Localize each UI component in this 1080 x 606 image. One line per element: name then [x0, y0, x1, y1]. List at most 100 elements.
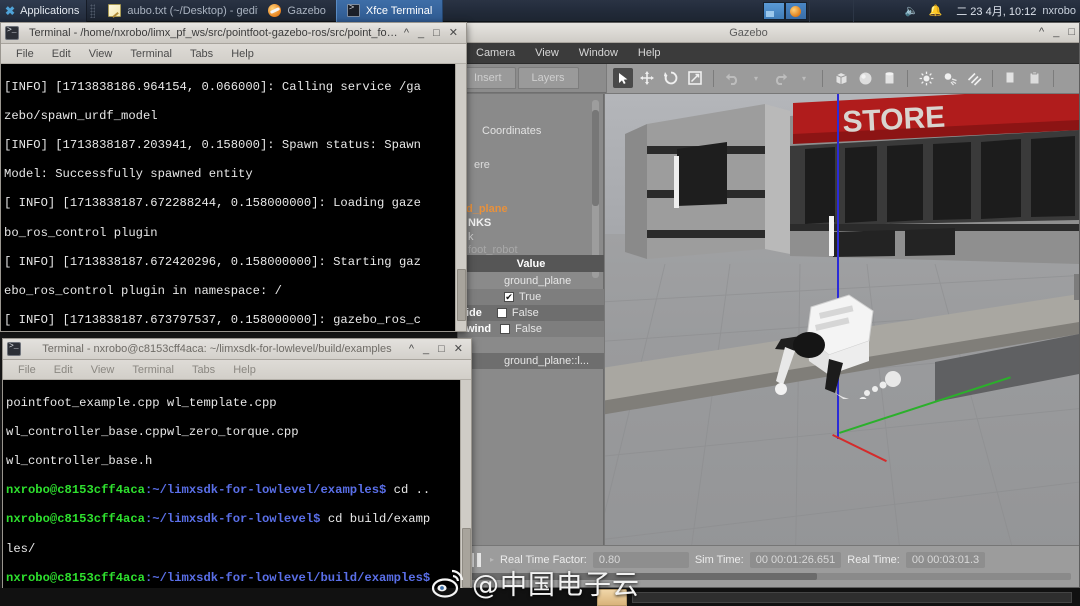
paste-icon[interactable] — [1025, 68, 1045, 88]
terminal1-titlebar[interactable]: Terminal - /home/nxrobo/limx_pf_ws/src/p… — [1, 23, 466, 44]
menu-tabs[interactable]: Tabs — [181, 48, 222, 60]
tree-item-coordinates[interactable]: Coordinates — [482, 125, 541, 137]
menu-view[interactable]: View — [82, 364, 124, 376]
redo-dropdown-icon[interactable]: ▾ — [794, 68, 814, 88]
shade-button[interactable]: ^ — [409, 343, 414, 355]
minimize-button[interactable]: _ — [418, 27, 424, 39]
tree-item-ground-plane[interactable]: d_plane — [466, 203, 508, 215]
menu-file[interactable]: File — [9, 364, 45, 376]
world-panel-scrollbar[interactable] — [592, 100, 599, 278]
volume-icon[interactable]: 🔈 — [905, 4, 919, 17]
shade-button[interactable]: ^ — [404, 27, 409, 39]
checkbox-checked[interactable]: ✔ — [504, 292, 514, 302]
gazebo-3d-viewport[interactable]: STORE — [605, 94, 1079, 587]
terminal2-output[interactable]: pointfoot_example.cpp wl_template.cpp wl_… — [3, 380, 471, 605]
menu-edit[interactable]: Edit — [43, 48, 80, 60]
panel-slot-1 — [808, 0, 853, 22]
menu-view[interactable]: View — [525, 47, 569, 59]
menu-tabs[interactable]: Tabs — [183, 364, 224, 376]
property-row-wind[interactable]: wind False — [458, 321, 604, 337]
minimize-button[interactable]: _ — [1053, 27, 1059, 38]
property-row-name[interactable]: ground_plane — [458, 273, 604, 289]
applications-menu-button[interactable]: ✖ Applications — [0, 0, 88, 22]
property-row-blank[interactable] — [458, 337, 604, 353]
undo-dropdown-icon[interactable]: ▾ — [746, 68, 766, 88]
menu-view[interactable]: View — [80, 48, 122, 60]
watermark-text: @中国电子云 — [472, 570, 640, 601]
shade-button[interactable]: ^ — [1039, 27, 1044, 38]
minimize-button[interactable]: _ — [423, 343, 429, 355]
menu-edit[interactable]: Edit — [45, 364, 82, 376]
terminal-line: Model: Successfully spawned entity — [4, 167, 253, 182]
box-icon[interactable] — [831, 68, 851, 88]
panel-spacer — [443, 0, 760, 22]
menu-help[interactable]: Help — [628, 47, 671, 59]
toolbar-separator — [1053, 69, 1054, 87]
taskbar-item-gazebo[interactable]: Gazebo — [258, 0, 336, 22]
workspace-2[interactable] — [784, 1, 807, 20]
clock[interactable]: 二 23 4月, 10:12 — [950, 3, 1042, 19]
copy-icon[interactable] — [1001, 68, 1021, 88]
tab-layers[interactable]: Layers — [517, 67, 579, 89]
toolbar-separator — [992, 69, 993, 87]
menu-help[interactable]: Help — [224, 364, 265, 376]
ls-entry: pointfoot_example.cpp — [6, 395, 160, 410]
prompt-path: :~/limxsdk-for-lowlevel/examples$ — [144, 483, 387, 498]
property-row-link-name[interactable]: ground_plane::l... — [458, 353, 604, 369]
spot-light-icon[interactable] — [940, 68, 960, 88]
cylinder-icon[interactable] — [879, 68, 899, 88]
sphere-icon[interactable] — [855, 68, 875, 88]
checkbox-unchecked[interactable] — [500, 324, 511, 334]
menu-terminal[interactable]: Terminal — [123, 364, 183, 376]
terminal1-scrollbar[interactable] — [455, 64, 466, 331]
maximize-button[interactable]: □ — [1068, 27, 1075, 38]
property-row-static[interactable]: ✔ True — [458, 289, 604, 305]
terminal1-output[interactable]: [INFO] [1713838186.964154, 0.066000]: Ca… — [1, 64, 466, 331]
tree-item-links[interactable]: NKS — [468, 217, 491, 229]
scrollbar-thumb[interactable] — [457, 269, 466, 321]
applications-menu-label: Applications — [20, 4, 80, 17]
panel-handle[interactable] — [90, 3, 96, 18]
menu-window[interactable]: Window — [569, 47, 628, 59]
terminal-line: bo_ros_control plugin — [4, 225, 158, 240]
directional-light-icon[interactable] — [964, 68, 984, 88]
bell-icon[interactable]: 🔔 — [929, 4, 943, 17]
select-arrow-icon[interactable] — [613, 68, 633, 88]
taskbar-item-gedit[interactable]: aubo.txt (~/Desktop) - gedit — [98, 0, 258, 22]
viewport-splitter-handle[interactable] — [1074, 274, 1079, 300]
tree-item-sphere[interactable]: ere — [474, 159, 490, 171]
maximize-button[interactable]: □ — [438, 343, 445, 355]
menu-terminal[interactable]: Terminal — [121, 48, 181, 60]
menu-camera[interactable]: Camera — [466, 47, 525, 59]
terminal2-titlebar[interactable]: Terminal - nxrobo@c8153cff4aca: ~/limxsd… — [3, 339, 471, 360]
undo-icon[interactable] — [722, 68, 742, 88]
close-button[interactable]: ✕ — [454, 343, 463, 355]
gazebo-toolbar-row: Insert Layers ▾ ▾ — [458, 63, 1079, 93]
terminal-line: wl_controller_base.h — [6, 454, 469, 469]
gazebo-titlebar[interactable]: Gazebo ^ _ □ — [458, 23, 1079, 43]
pointfoot-robot[interactable] — [757, 289, 907, 399]
taskbar-item-xfce-terminal[interactable]: Xfce Terminal — [335, 0, 444, 22]
checkbox-unchecked[interactable] — [496, 308, 507, 318]
point-light-icon[interactable] — [916, 68, 936, 88]
close-button[interactable]: ✕ — [449, 27, 458, 39]
translate-icon[interactable] — [637, 68, 657, 88]
rotate-icon[interactable] — [661, 68, 681, 88]
sidewalk — [605, 294, 1079, 415]
property-row-collide[interactable]: ide False — [458, 305, 604, 321]
maximize-button[interactable]: □ — [433, 27, 440, 39]
gazebo-window-buttons: ^ _ □ — [1039, 27, 1079, 38]
ls-entry: wl_template.cpp — [166, 395, 277, 410]
redo-icon[interactable] — [770, 68, 790, 88]
tree-item-link[interactable]: k — [468, 231, 474, 243]
terminal-line: ebo_ros_control plugin in namespace: / — [4, 283, 282, 298]
menu-help[interactable]: Help — [222, 48, 263, 60]
workspace-switcher[interactable] — [762, 1, 807, 20]
menu-file[interactable]: File — [7, 48, 43, 60]
property-value: True — [519, 291, 542, 303]
terminal1-title-label: Terminal - /home/nxrobo/limx_pf_ws/src/p… — [29, 27, 404, 39]
workspace-1[interactable] — [762, 1, 785, 20]
scale-icon[interactable] — [685, 68, 705, 88]
user-menu[interactable]: nxrobo — [1042, 5, 1080, 17]
tab-insert[interactable]: Insert — [460, 67, 516, 89]
